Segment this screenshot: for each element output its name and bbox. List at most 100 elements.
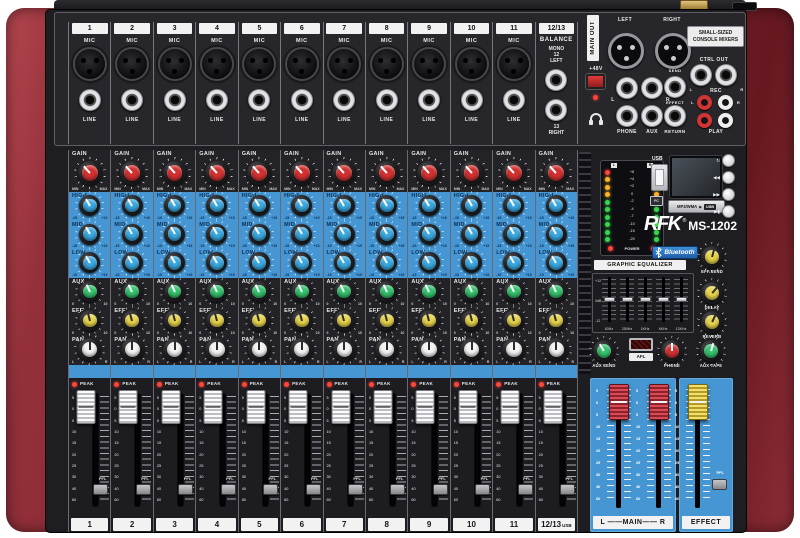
high-knob[interactable] — [376, 195, 397, 216]
pan-knob[interactable] — [78, 338, 101, 361]
mid-knob[interactable] — [206, 224, 227, 245]
high-knob[interactable] — [164, 195, 185, 216]
low-knob[interactable] — [461, 252, 482, 273]
aux-knob[interactable] — [546, 281, 567, 302]
effect-pfl-button[interactable] — [712, 479, 727, 490]
gain-knob[interactable] — [120, 161, 144, 185]
gain-knob[interactable] — [290, 161, 314, 185]
mid-knob[interactable] — [334, 224, 355, 245]
high-knob[interactable] — [546, 195, 567, 216]
aux-knob[interactable] — [334, 281, 355, 302]
pfl-button[interactable] — [306, 484, 321, 495]
gain-knob[interactable] — [78, 161, 102, 185]
pan-knob[interactable] — [205, 338, 228, 361]
low-knob[interactable] — [546, 252, 567, 273]
eff-send-knob[interactable] — [701, 246, 723, 268]
pfl-button[interactable] — [433, 484, 448, 495]
channel-fader-cap[interactable] — [289, 390, 308, 424]
eff-knob[interactable] — [334, 310, 355, 331]
repeat-button[interactable] — [722, 154, 735, 167]
next-button[interactable] — [722, 188, 735, 201]
aux-tape-knob[interactable] — [700, 340, 722, 362]
aux-knob[interactable] — [122, 281, 143, 302]
pan-knob[interactable] — [121, 338, 144, 361]
eff-knob[interactable] — [376, 310, 397, 331]
eq-slider-250Hz[interactable] — [622, 297, 633, 302]
reverb-knob[interactable] — [701, 311, 723, 333]
main-right-fader-cap[interactable] — [649, 384, 669, 420]
mid-knob[interactable] — [164, 224, 185, 245]
aux-knob[interactable] — [376, 281, 397, 302]
pan-knob[interactable] — [375, 338, 398, 361]
mid-knob[interactable] — [79, 224, 100, 245]
pfl-button[interactable] — [518, 484, 533, 495]
gain-knob[interactable] — [375, 161, 399, 185]
eff-knob[interactable] — [122, 310, 143, 331]
delay-knob[interactable] — [701, 282, 723, 304]
main-left-fader-cap[interactable] — [609, 384, 629, 420]
pan-knob[interactable] — [290, 338, 313, 361]
mid-knob[interactable] — [419, 224, 440, 245]
aux-knob[interactable] — [249, 281, 270, 302]
eff-knob[interactable] — [249, 310, 270, 331]
gain-knob[interactable] — [502, 161, 526, 185]
pfl-button[interactable] — [263, 484, 278, 495]
eq-slider-12KHz[interactable] — [676, 297, 687, 302]
mid-knob[interactable] — [503, 224, 524, 245]
aux-knob[interactable] — [164, 281, 185, 302]
aux-knob[interactable] — [461, 281, 482, 302]
gain-knob[interactable] — [332, 161, 356, 185]
pan-knob[interactable] — [460, 338, 483, 361]
low-knob[interactable] — [503, 252, 524, 273]
pan-knob[interactable] — [248, 338, 271, 361]
high-knob[interactable] — [79, 195, 100, 216]
high-knob[interactable] — [419, 195, 440, 216]
channel-fader-cap[interactable] — [331, 390, 350, 424]
low-knob[interactable] — [122, 252, 143, 273]
aux-send-knob[interactable] — [593, 340, 615, 362]
channel-fader-cap[interactable] — [246, 390, 265, 424]
pfl-button[interactable] — [475, 484, 490, 495]
eff-knob[interactable] — [546, 310, 567, 331]
low-knob[interactable] — [419, 252, 440, 273]
channel-fader-cap[interactable] — [119, 390, 138, 424]
mid-knob[interactable] — [291, 224, 312, 245]
pan-knob[interactable] — [333, 338, 356, 361]
low-knob[interactable] — [291, 252, 312, 273]
high-knob[interactable] — [122, 195, 143, 216]
channel-fader-cap[interactable] — [543, 390, 562, 424]
aux-knob[interactable] — [291, 281, 312, 302]
previous-button[interactable] — [722, 171, 735, 184]
channel-fader-cap[interactable] — [373, 390, 392, 424]
aux-knob[interactable] — [79, 281, 100, 302]
eff-knob[interactable] — [503, 310, 524, 331]
low-knob[interactable] — [206, 252, 227, 273]
eff-knob[interactable] — [206, 310, 227, 331]
high-knob[interactable] — [291, 195, 312, 216]
aux-knob[interactable] — [419, 281, 440, 302]
pfl-button[interactable] — [93, 484, 108, 495]
channel-fader-cap[interactable] — [77, 390, 96, 424]
gain-knob[interactable] — [163, 161, 187, 185]
mid-knob[interactable] — [546, 224, 567, 245]
pfl-button[interactable] — [136, 484, 151, 495]
low-knob[interactable] — [334, 252, 355, 273]
mid-knob[interactable] — [376, 224, 397, 245]
phone-knob[interactable] — [661, 340, 683, 362]
eff-knob[interactable] — [291, 310, 312, 331]
mid-knob[interactable] — [461, 224, 482, 245]
eq-slider-4KHz[interactable] — [658, 297, 669, 302]
channel-fader-cap[interactable] — [458, 390, 477, 424]
mid-knob[interactable] — [249, 224, 270, 245]
pan-knob[interactable] — [545, 338, 568, 361]
eff-knob[interactable] — [164, 310, 185, 331]
channel-fader-cap[interactable] — [501, 390, 520, 424]
pfl-button[interactable] — [560, 484, 575, 495]
phantom-power-switch[interactable] — [586, 74, 605, 89]
low-knob[interactable] — [249, 252, 270, 273]
high-knob[interactable] — [334, 195, 355, 216]
gain-knob[interactable] — [544, 161, 568, 185]
channel-fader-cap[interactable] — [161, 390, 180, 424]
low-knob[interactable] — [79, 252, 100, 273]
low-knob[interactable] — [164, 252, 185, 273]
